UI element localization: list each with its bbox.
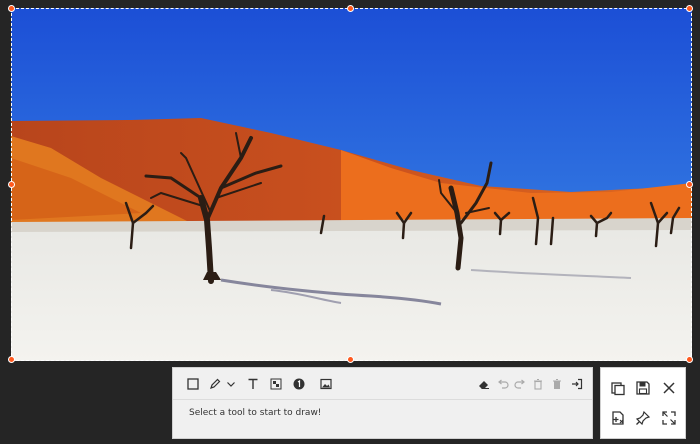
resize-handle-bottom-center[interactable] <box>347 356 354 363</box>
image-tool[interactable] <box>317 375 335 393</box>
close-icon <box>663 382 675 394</box>
desert-photo <box>11 8 692 361</box>
close-button[interactable] <box>659 378 679 398</box>
resize-handle-top-center[interactable] <box>347 5 354 12</box>
square-icon <box>187 378 199 390</box>
undo-button[interactable] <box>494 375 512 393</box>
copy-icon <box>611 382 625 396</box>
numbered-circle-icon <box>293 378 305 390</box>
mosaic-tool[interactable] <box>267 375 285 393</box>
pen-options-dropdown[interactable] <box>222 375 240 393</box>
drawing-toolbar: Select a tool to start to draw! <box>172 367 593 439</box>
eraser-button[interactable] <box>475 375 493 393</box>
trash-icon <box>534 378 542 390</box>
add-to-clipboard-button[interactable] <box>608 408 628 428</box>
resize-handle-top-right[interactable] <box>686 5 693 12</box>
clipboard-add-icon <box>612 411 624 425</box>
action-panel <box>600 367 686 439</box>
chevron-down-icon <box>227 382 235 387</box>
tool-row <box>173 368 592 400</box>
resize-handle-bottom-right[interactable] <box>686 356 693 363</box>
fullscreen-button[interactable] <box>659 408 679 428</box>
step-number-tool[interactable] <box>290 375 308 393</box>
copy-button[interactable] <box>608 378 628 398</box>
delete-button[interactable] <box>529 375 547 393</box>
trash-all-icon <box>553 378 561 389</box>
text-icon <box>248 378 258 389</box>
capture-area[interactable] <box>11 8 692 361</box>
text-tool[interactable] <box>244 375 262 393</box>
resize-handle-middle-right[interactable] <box>686 181 693 188</box>
exit-button[interactable] <box>568 375 586 393</box>
save-button[interactable] <box>633 378 653 398</box>
redo-button[interactable] <box>511 375 529 393</box>
clear-all-button[interactable] <box>548 375 566 393</box>
undo-icon <box>498 379 509 389</box>
image-icon <box>320 378 332 390</box>
pin-icon <box>635 410 651 426</box>
resize-handle-middle-left[interactable] <box>8 181 15 188</box>
resize-handle-bottom-left[interactable] <box>8 356 15 363</box>
expand-icon <box>662 411 676 425</box>
pen-icon <box>210 378 221 389</box>
redo-icon <box>514 379 525 389</box>
save-icon <box>636 381 650 395</box>
mosaic-icon <box>270 378 282 390</box>
rectangle-tool[interactable] <box>184 375 202 393</box>
exit-icon <box>572 378 583 390</box>
resize-handle-top-left[interactable] <box>8 5 15 12</box>
eraser-icon <box>479 381 489 389</box>
pin-button[interactable] <box>633 408 653 428</box>
tool-hint: Select a tool to start to draw! <box>189 408 322 418</box>
